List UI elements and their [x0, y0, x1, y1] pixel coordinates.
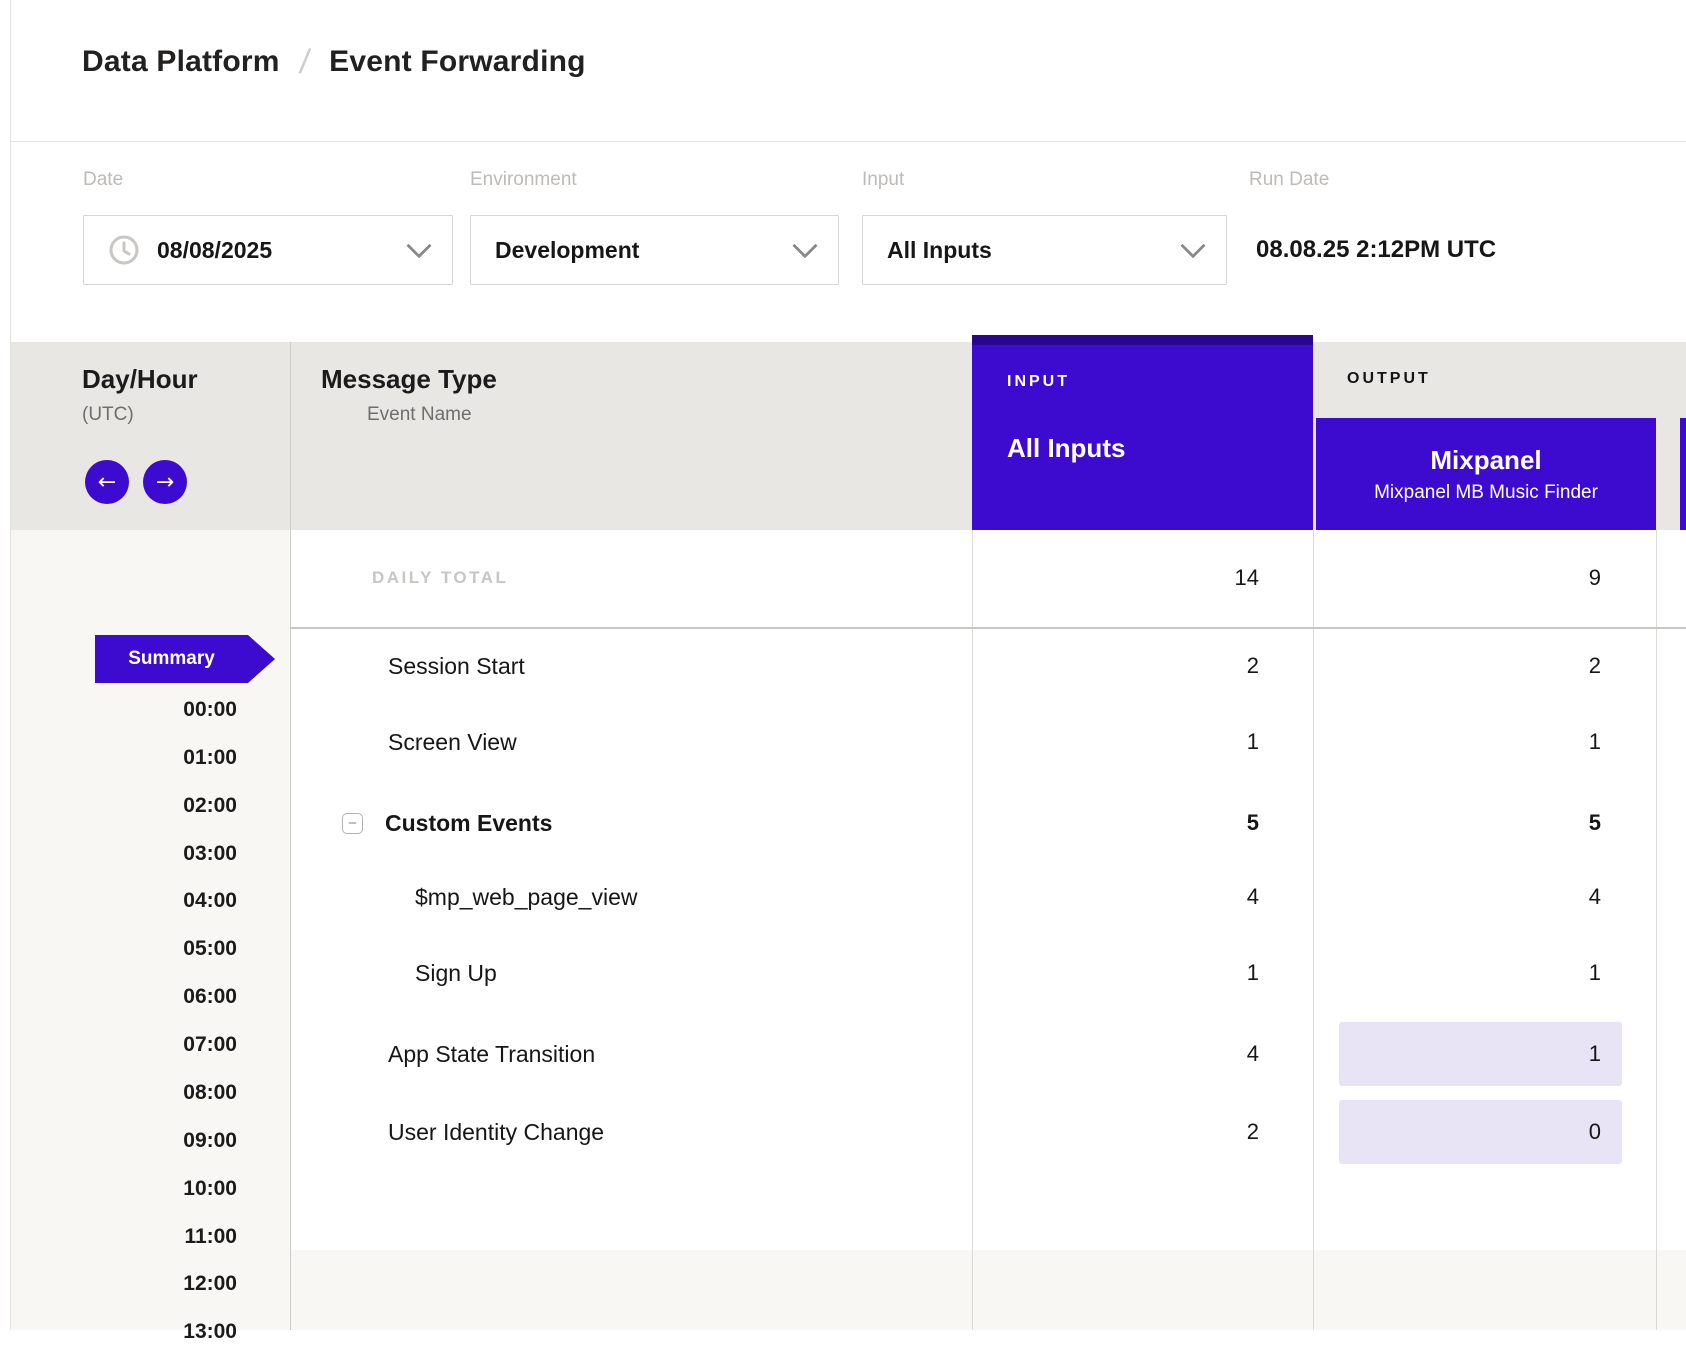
row-label: Session Start: [388, 628, 525, 705]
input-count: 4: [972, 865, 1259, 929]
daily-total-input-value: 14: [972, 530, 1259, 626]
input-count: 2: [972, 1100, 1259, 1164]
daily-total-output-value: 9: [1339, 530, 1622, 626]
output-count: 2: [1339, 634, 1622, 698]
breadcrumb-separator: /: [297, 43, 312, 82]
next-output-column-partial: [1680, 418, 1686, 530]
table-row: Session Start 2 2: [0, 628, 1686, 705]
input-filter-label: Input: [862, 168, 904, 192]
input-select[interactable]: All Inputs: [862, 215, 1227, 285]
input-column-name: All Inputs: [1007, 433, 1125, 464]
input-select-value: All Inputs: [887, 237, 992, 264]
input-count: 4: [972, 1022, 1259, 1086]
table-row: App State Transition 4 1: [0, 1016, 1686, 1093]
date-select[interactable]: 08/08/2025: [83, 215, 453, 285]
minus-icon: −: [348, 815, 357, 832]
run-date-value: 08.08.25 2:12PM UTC: [1256, 215, 1496, 285]
arrow-left-icon: ←: [98, 470, 116, 495]
clock-icon: [108, 234, 140, 266]
table-row: $mp_web_page_view 4 4: [0, 859, 1686, 936]
row-label: User Identity Change: [388, 1094, 604, 1171]
chevron-down-icon: [792, 233, 817, 258]
output-group-label: OUTPUT: [1347, 366, 1431, 392]
date-filter-label: Date: [83, 168, 123, 192]
environment-select-value: Development: [495, 237, 639, 264]
row-label: Sign Up: [415, 935, 497, 1012]
breadcrumb-section[interactable]: Data Platform: [82, 45, 280, 79]
table-row-group: − Custom Events 5 5: [0, 785, 1686, 862]
hour-row-12[interactable]: 12:00: [10, 1260, 237, 1308]
output-count: 4: [1339, 865, 1622, 929]
output-column-name: Mixpanel: [1430, 445, 1541, 476]
hour-row-10[interactable]: 10:00: [10, 1165, 237, 1213]
input-group-label: INPUT: [1007, 373, 1070, 391]
event-name-column-subtitle: Event Name: [367, 404, 472, 426]
row-label: App State Transition: [388, 1016, 595, 1093]
hour-row-13[interactable]: 13:00: [10, 1308, 237, 1356]
output-count: 1: [1339, 941, 1622, 1005]
arrow-right-icon: →: [156, 470, 174, 495]
output-column-subtitle: Mixpanel MB Music Finder: [1374, 482, 1598, 504]
message-type-column-title: Message Type: [321, 364, 497, 395]
environment-select[interactable]: Development: [470, 215, 839, 285]
hour-row-11[interactable]: 11:00: [10, 1213, 237, 1261]
row-label: $mp_web_page_view: [415, 859, 638, 936]
date-select-value: 08/08/2025: [157, 237, 272, 264]
environment-filter-label: Environment: [470, 168, 577, 192]
output-column-header[interactable]: Mixpanel Mixpanel MB Music Finder: [1316, 418, 1656, 530]
input-count: 1: [972, 941, 1259, 1005]
table-footer-background: [290, 1250, 1686, 1330]
input-count: 5: [972, 791, 1259, 855]
chevron-down-icon: [1180, 233, 1205, 258]
row-label: Screen View: [388, 704, 517, 781]
daily-total-label: DAILY TOTAL: [372, 530, 508, 626]
input-column-top-strip: [972, 335, 1313, 345]
input-column-header[interactable]: INPUT All Inputs: [972, 345, 1313, 530]
page-title: Event Forwarding: [329, 45, 586, 79]
day-hour-column-subtitle: (UTC): [82, 404, 134, 426]
run-date-label: Run Date: [1249, 168, 1329, 192]
previous-day-button[interactable]: ←: [85, 460, 129, 504]
breadcrumb: Data Platform / Event Forwarding: [82, 36, 586, 88]
chevron-down-icon: [406, 233, 431, 258]
input-count: 2: [972, 634, 1259, 698]
header-divider: [11, 141, 1686, 142]
output-count-highlighted[interactable]: 0: [1339, 1100, 1622, 1164]
day-hour-column-title: Day/Hour: [82, 364, 198, 395]
table-row: Screen View 1 1: [0, 704, 1686, 781]
input-count: 1: [972, 710, 1259, 774]
output-count: 5: [1339, 791, 1622, 855]
collapse-toggle[interactable]: −: [342, 813, 363, 834]
table-row: Sign Up 1 1: [0, 935, 1686, 1012]
output-count-highlighted[interactable]: 1: [1339, 1022, 1622, 1086]
next-day-button[interactable]: →: [143, 460, 187, 504]
output-count: 1: [1339, 710, 1622, 774]
row-label: Custom Events: [385, 785, 552, 862]
table-row: User Identity Change 2 0: [0, 1094, 1686, 1171]
